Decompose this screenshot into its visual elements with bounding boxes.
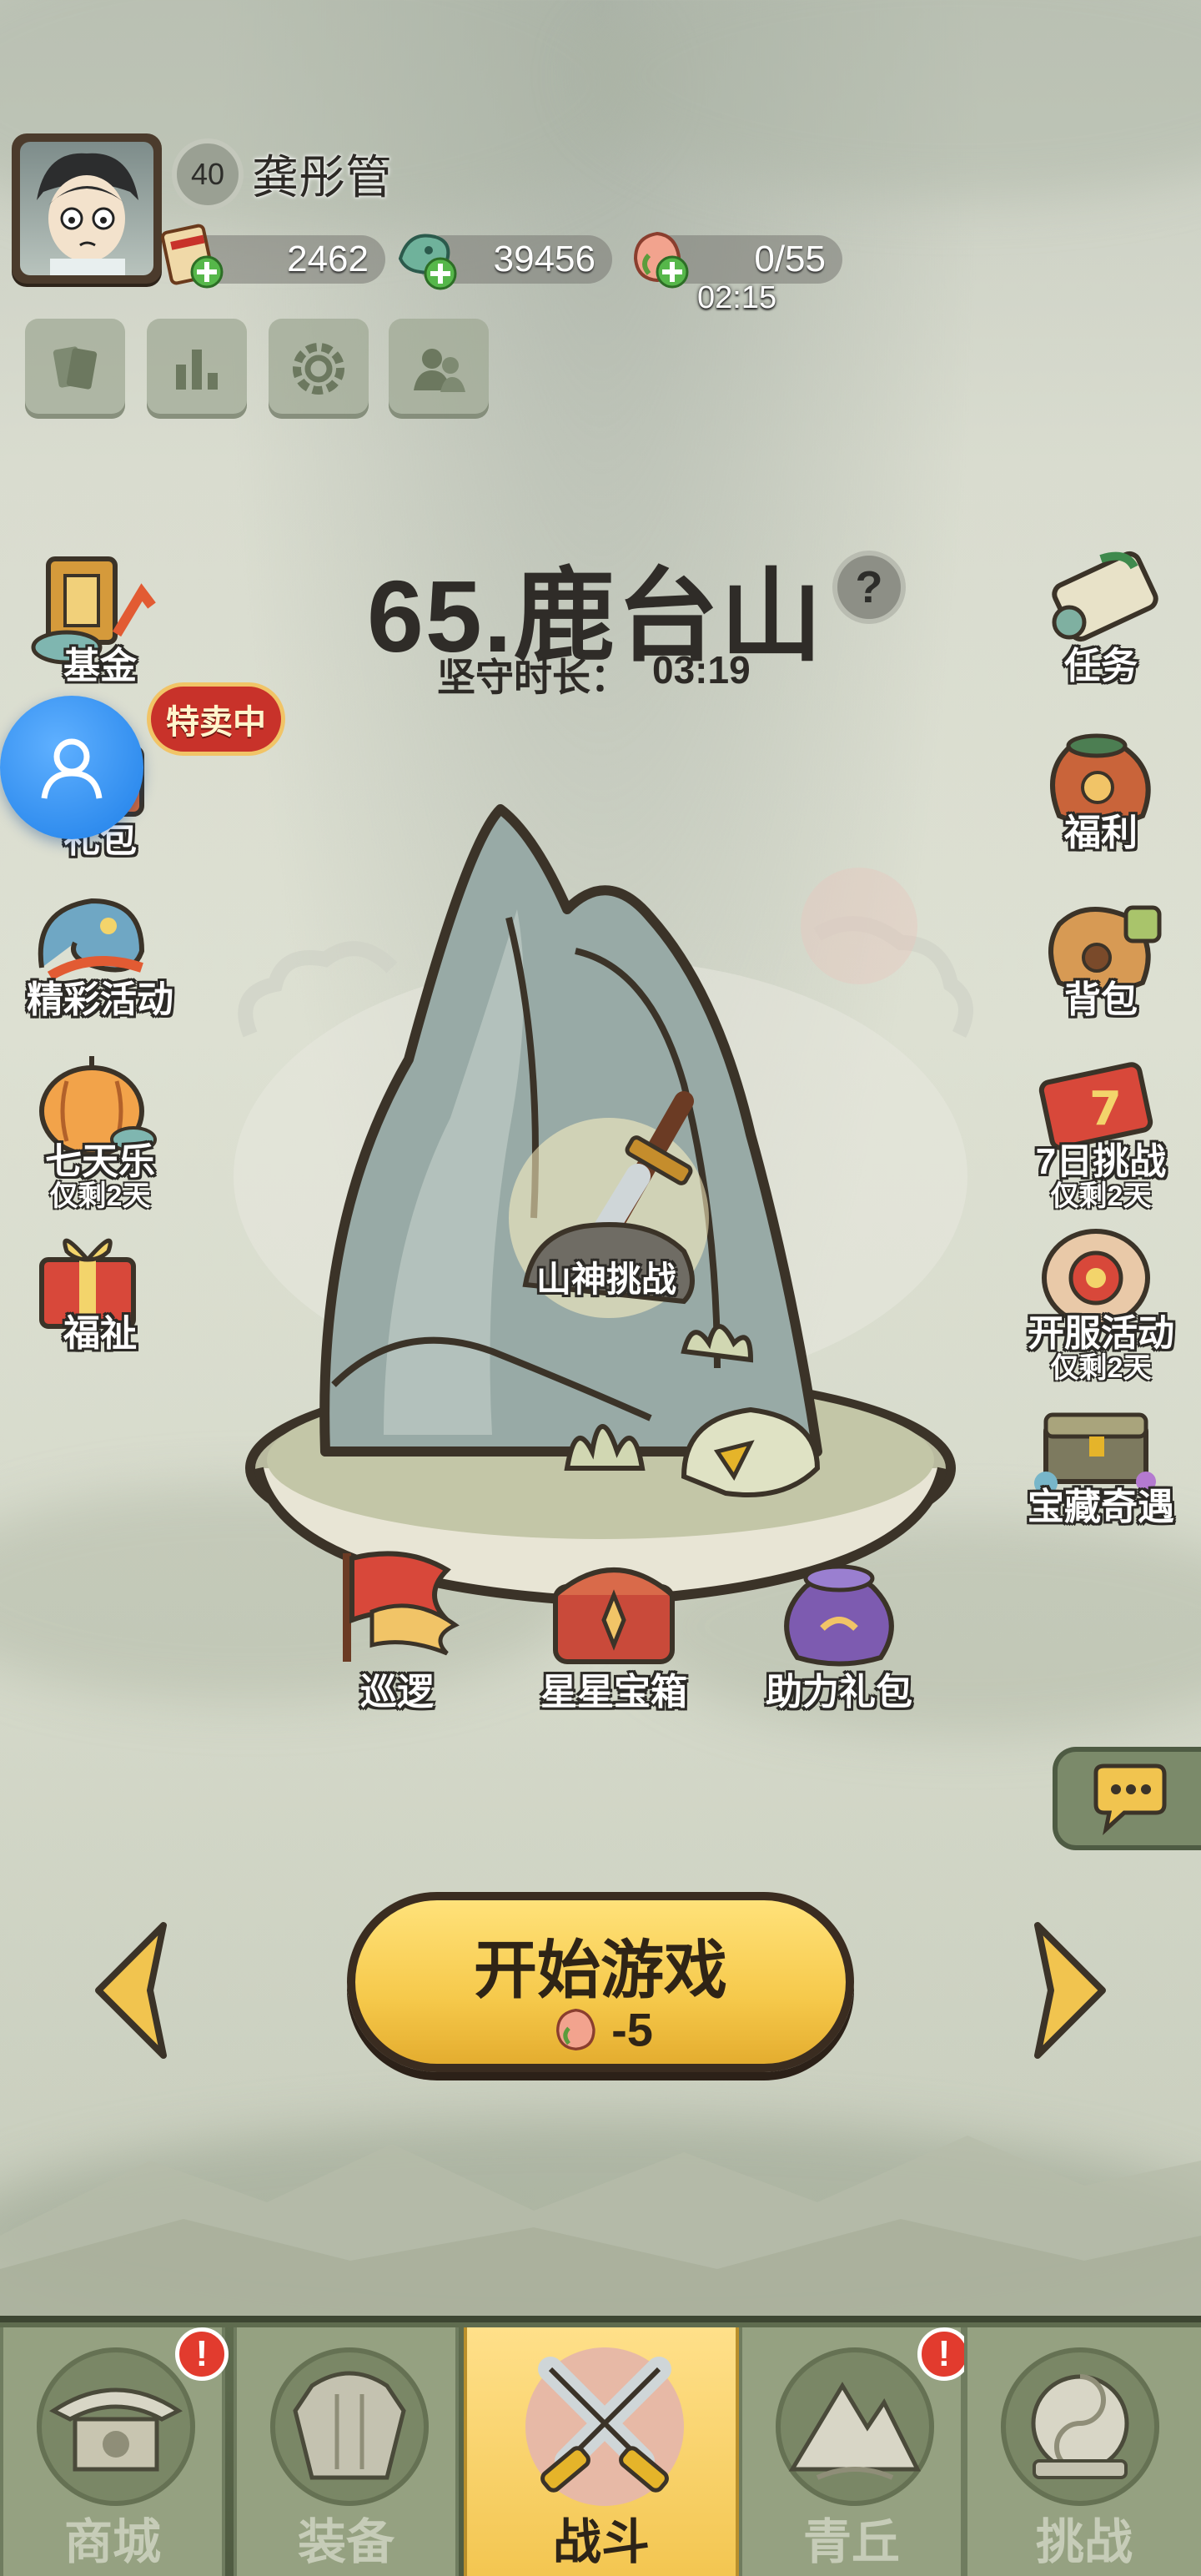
tasks-button[interactable]: 任务 [1018,542,1184,709]
shop-alert-badge: ! [175,2327,229,2381]
user-icon [41,738,103,799]
tab-shop-label: 商城 [63,2515,161,2569]
chat-bubble-icon [1093,1763,1167,1835]
tab-battle[interactable]: 战斗 [464,2327,739,2576]
start-game-cost: -5 [355,1999,846,2059]
chat-button[interactable] [1053,1747,1201,1850]
coupon-amount: 2462 [287,239,369,279]
events-label: 精彩活动 [27,979,173,1020]
hills-alert-badge: ! [917,2327,971,2381]
stamina-amount: 0/55 [754,239,826,279]
tasks-label: 任务 [1064,646,1138,687]
start-game-button[interactable]: 开始游戏 -5 [347,1892,854,2072]
events-button[interactable]: 精彩活动 [17,876,183,1043]
blessing-button[interactable]: 福祉 [17,1218,183,1385]
armor-icon [293,2371,406,2480]
next-stage-arrow-icon[interactable] [1023,1919,1114,2060]
mountain-challenge-label: 山神挑战 [535,1260,676,1299]
start-cost-value: -5 [611,2003,653,2056]
hold-time-label: 坚守时长： [437,656,629,699]
settings-button[interactable] [269,319,369,419]
tab-equip-label: 装备 [297,2515,394,2569]
welfare-label: 福利 [1064,813,1138,853]
player-name: 龚彤管 [252,151,392,204]
purple-bag-icon [784,1564,894,1667]
cards-icon [53,346,98,390]
sale-badge: 特卖中 [147,682,285,756]
red-chest-icon [553,1567,675,1664]
previous-stage-arrow-icon[interactable] [87,1919,178,2060]
svg-text:7: 7 [1089,1082,1122,1136]
server-event-button[interactable]: 开服活动 仅剩2天 [1013,1220,1179,1386]
mountain-peak-icon [788,2382,922,2480]
friends-icon [414,349,465,392]
friends-button[interactable] [389,319,489,419]
flag-icon [343,1551,460,1662]
seven-days-button[interactable]: 七天乐 仅剩2天 [17,1048,183,1215]
crossed-swords-icon [538,2357,671,2493]
bag-label: 背包 [1064,979,1138,1020]
tab-equip[interactable]: 装备 [234,2327,459,2576]
server-event-remaining: 仅剩2天 [1050,1352,1152,1384]
tab-battle-label: 战斗 [552,2515,650,2569]
ranking-button[interactable] [147,319,247,419]
peach-icon [556,2009,595,2051]
jade-dragon-add-icon[interactable] [392,222,462,292]
coupon-add-icon[interactable] [158,222,229,292]
help-icon[interactable]: ? [832,551,906,624]
treasure-label: 宝藏奇遇 [1028,1487,1174,1527]
player-level-badge: 40 [172,138,244,210]
assist-gift-button[interactable]: 助力礼包 [756,1545,922,1713]
bar-chart-icon [176,350,218,390]
stamina-timer: 02:15 [697,280,777,315]
fund-label: 基金 [63,646,137,687]
star-chest-button[interactable]: 星星宝箱 [530,1545,697,1713]
seven-day-challenge-remaining: 仅剩2天 [1050,1180,1152,1212]
assist-gift-label: 助力礼包 [766,1672,912,1713]
welfare-button[interactable]: 福利 [1018,716,1184,883]
jade-amount: 39456 [493,239,595,279]
tab-challenge-label: 挑战 [1035,2515,1133,2569]
peach-add-icon[interactable] [624,222,694,292]
bag-button[interactable]: 背包 [1018,883,1184,1049]
star-chest-label: 星星宝箱 [540,1672,687,1713]
blessing-label: 福祉 [63,1313,137,1354]
fund-button[interactable]: 基金 [17,542,183,709]
treasure-button[interactable]: 宝藏奇遇 [1013,1390,1179,1557]
mountain-challenge-button[interactable]: 山神挑战 [485,1251,727,1302]
hold-time-value: 03:19 [652,648,751,692]
patrol-button[interactable]: 巡逻 [322,1545,472,1713]
tab-challenge[interactable]: 挑战 [964,2327,1201,2576]
cards-button[interactable] [25,319,125,419]
seven-days-remaining: 仅剩2天 [49,1180,151,1212]
player-avatar[interactable] [12,133,162,284]
tab-hills-label: 青丘 [802,2515,900,2569]
seven-day-challenge-button[interactable]: 7 7日挑战 仅剩2天 [1013,1048,1179,1215]
floating-account-button[interactable] [0,696,143,839]
shop-pavilion-icon [49,2387,183,2472]
gear-icon [293,343,344,395]
mountain-island-scene [234,804,973,1607]
patrol-label: 巡逻 [360,1672,434,1713]
taiji-drum-icon [1031,2374,1129,2479]
start-game-label: 开始游戏 [474,1935,727,2006]
